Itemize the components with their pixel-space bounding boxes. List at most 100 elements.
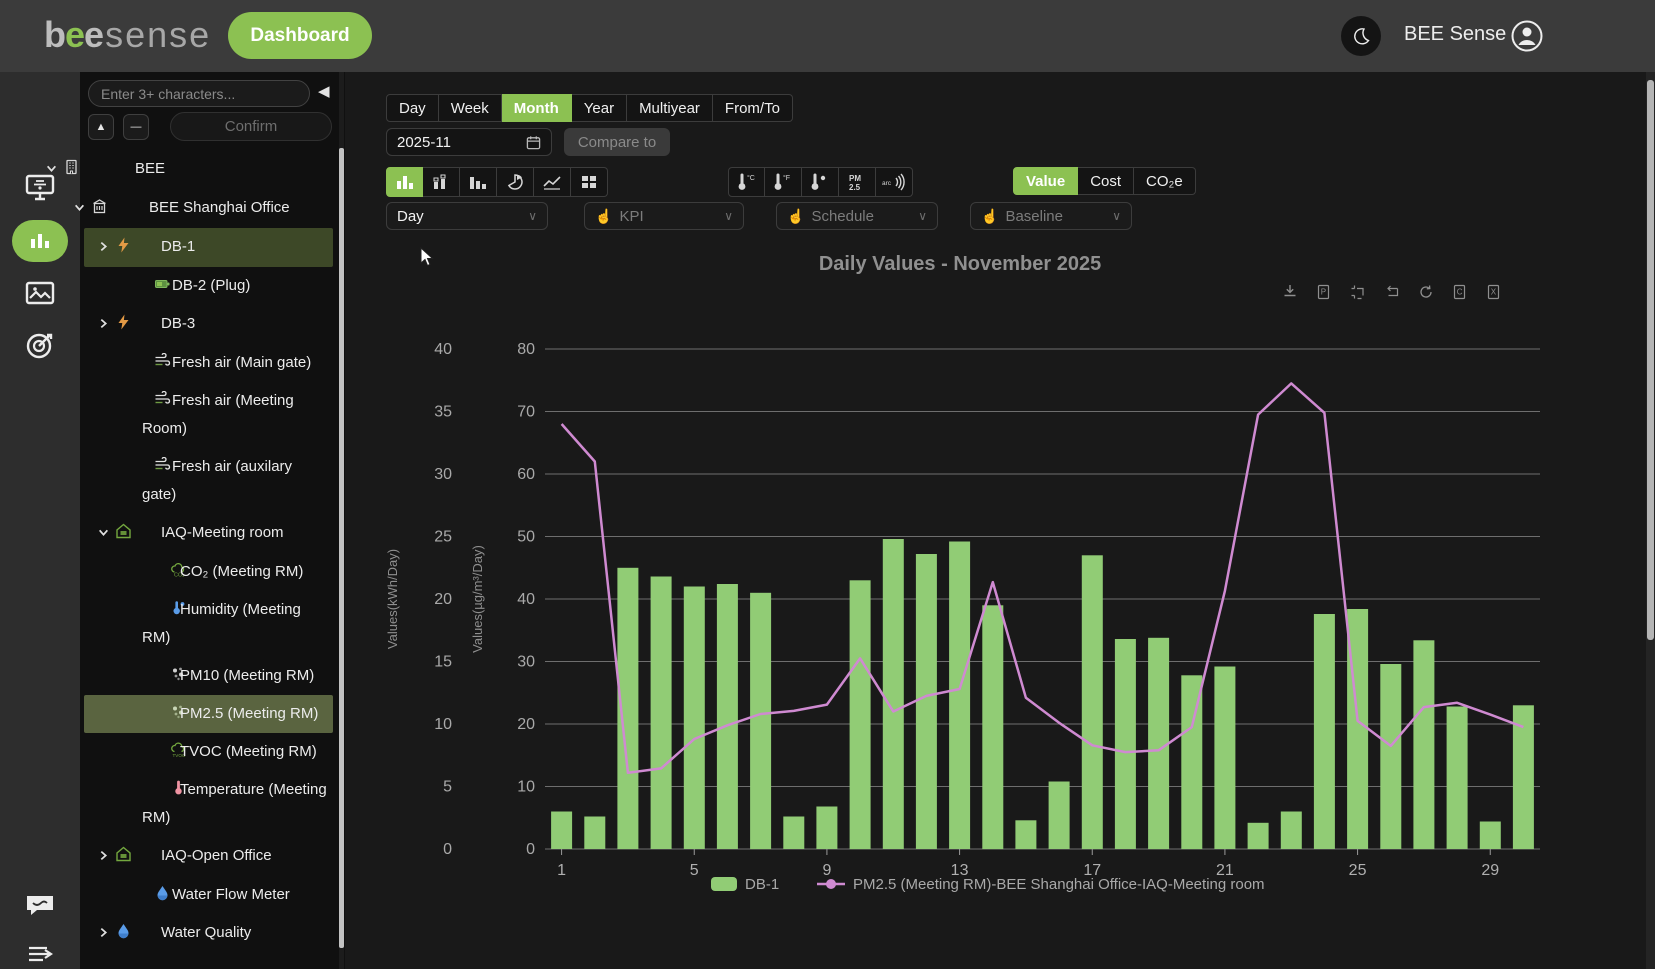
tree-item-iaq-meeting-room[interactable]: IAQ-Meeting room xyxy=(84,514,333,553)
rail-dashboard-button-active[interactable] xyxy=(12,220,68,262)
dropdown-day[interactable]: Day∨ xyxy=(386,202,548,230)
pm25-line-series[interactable] xyxy=(562,383,1524,772)
tree-item-fresh-air-meeting-room[interactable]: Fresh air (Meeting Room) xyxy=(84,382,333,448)
chart-type-grid-icon[interactable] xyxy=(571,167,608,197)
unit-noise-icon[interactable]: arc xyxy=(876,167,913,197)
tree-scrollbar[interactable] xyxy=(339,72,344,969)
tree-item-bee-shanghai-office[interactable]: BEE Shanghai Office xyxy=(84,189,333,228)
tree-item-water-flow-meter[interactable]: Water Flow Meter xyxy=(84,876,333,914)
bar-day-17[interactable] xyxy=(1082,555,1103,849)
dark-mode-toggle[interactable] xyxy=(1341,16,1381,56)
tree-item-water-quality[interactable]: Water Quality xyxy=(84,914,333,953)
bar-day-28[interactable] xyxy=(1447,707,1468,850)
chart-type-stacked-bar-icon[interactable] xyxy=(423,167,460,197)
chart-type-pie-chart-icon[interactable] xyxy=(497,167,534,197)
tree-item-pm10-meeting-rm[interactable]: PM10 (Meeting RM) xyxy=(84,657,333,695)
rail-reports-button[interactable] xyxy=(0,278,80,308)
bar-day-6[interactable] xyxy=(717,584,738,849)
metric-tab-coe[interactable]: CO₂e xyxy=(1134,167,1196,195)
tree-item-iaq-open-office[interactable]: IAQ-Open Office xyxy=(84,837,333,876)
tab-day[interactable]: Day xyxy=(386,94,439,122)
bar-day-18[interactable] xyxy=(1115,639,1136,849)
y-right-axis-label: Values(µg/m³/Day) xyxy=(470,545,485,653)
bar-day-21[interactable] xyxy=(1214,667,1235,850)
dropdown-baseline[interactable]: ☝Baseline∨ xyxy=(970,202,1132,230)
rail-feedback-button[interactable] xyxy=(0,890,80,920)
bar-day-16[interactable] xyxy=(1049,782,1070,850)
bar-day-13[interactable] xyxy=(949,542,970,850)
tree-item-fresh-air-main-gate[interactable]: Fresh air (Main gate) xyxy=(84,344,333,382)
tree-item-db-2-plug[interactable]: DB-2 (Plug) xyxy=(84,267,333,305)
pdf-file-icon[interactable]: P xyxy=(1319,286,1329,299)
tree-item-db-3[interactable]: DB-3 xyxy=(84,305,333,344)
dropdown-kpi[interactable]: ☝KPI∨ xyxy=(584,202,744,230)
legend-bar-label[interactable]: DB-1 xyxy=(745,876,779,893)
tree-item-bee[interactable]: BEE xyxy=(84,150,333,189)
bar-day-7[interactable] xyxy=(750,593,771,849)
chart-type-line-chart-icon[interactable] xyxy=(534,167,571,197)
zoom-reset-icon[interactable] xyxy=(1388,286,1398,296)
bar-day-29[interactable] xyxy=(1480,822,1501,850)
metric-tab-cost[interactable]: Cost xyxy=(1078,167,1134,195)
tree-item-temperature-meeting-rm[interactable]: Temperature (Meeting RM) xyxy=(84,771,333,837)
page-scrollbar[interactable] xyxy=(1646,72,1655,969)
bar-day-10[interactable] xyxy=(850,580,871,849)
tree-item-db-1[interactable]: DB-1 xyxy=(84,228,333,267)
tree-item-pm2-5-meeting-rm[interactable]: PM2.5 (Meeting RM) xyxy=(84,695,333,733)
bar-day-9[interactable] xyxy=(816,807,837,850)
tree-expand-all-button[interactable]: ▲ xyxy=(88,114,114,140)
tab-multiyear[interactable]: Multiyear xyxy=(627,94,713,122)
unit-fahrenheit-icon[interactable]: °F xyxy=(765,167,802,197)
tree-item-co-meeting-rm[interactable]: CO₂CO₂ (Meeting RM) xyxy=(84,553,333,591)
bar-day-8[interactable] xyxy=(783,817,804,850)
dropdown-schedule[interactable]: ☝Schedule∨ xyxy=(776,202,938,230)
tab-week[interactable]: Week xyxy=(439,94,502,122)
tree-item-tvoc-meeting-rm[interactable]: TVOCTVOC (Meeting RM) xyxy=(84,733,333,771)
tree-item-fresh-air-auxilary-gate[interactable]: Fresh air (auxilary gate) xyxy=(84,448,333,514)
zoom-select-icon[interactable] xyxy=(1352,286,1364,299)
rail-collapse-button[interactable] xyxy=(0,940,80,968)
rail-targets-button[interactable] xyxy=(0,328,80,362)
bar-day-4[interactable] xyxy=(651,577,672,850)
tree-item-humidity-meeting-rm[interactable]: Humidity (Meeting RM) xyxy=(84,591,333,657)
xls-file-icon[interactable]: X xyxy=(1489,286,1499,299)
unit-humidity-icon[interactable] xyxy=(802,167,839,197)
bar-day-15[interactable] xyxy=(1015,820,1036,849)
search-input[interactable] xyxy=(88,80,310,107)
bar-day-12[interactable] xyxy=(916,554,937,849)
tree-scrollbar-thumb[interactable] xyxy=(339,148,344,948)
confirm-button[interactable]: Confirm xyxy=(170,112,332,141)
page-scrollbar-thumb[interactable] xyxy=(1647,80,1654,640)
unit-pm25-icon[interactable]: PM 2.5 xyxy=(839,167,876,197)
bar-day-11[interactable] xyxy=(883,539,904,849)
bar-day-2[interactable] xyxy=(584,817,605,850)
bar-day-1[interactable] xyxy=(551,812,572,850)
legend-bar-swatch[interactable] xyxy=(711,877,737,891)
chart-type-column-chart-icon[interactable] xyxy=(460,167,497,197)
download-icon[interactable] xyxy=(1285,285,1296,296)
bar-day-27[interactable] xyxy=(1413,640,1434,849)
bar-day-24[interactable] xyxy=(1314,614,1335,849)
bar-day-5[interactable] xyxy=(684,587,705,850)
date-picker-input[interactable]: 2025-11 xyxy=(386,128,552,156)
bar-day-14[interactable] xyxy=(982,605,1003,849)
csv-file-icon[interactable]: C xyxy=(1455,286,1465,299)
refresh-icon[interactable] xyxy=(1421,286,1431,298)
tab-year[interactable]: Year xyxy=(572,94,627,122)
chart-type-bar-chart-icon[interactable] xyxy=(386,167,423,197)
rail-monitor-button[interactable] xyxy=(0,172,80,204)
unit-celsius-icon[interactable]: °C xyxy=(728,167,765,197)
bar-day-23[interactable] xyxy=(1281,812,1302,850)
tab-from-to[interactable]: From/To xyxy=(713,94,793,122)
user-avatar-icon[interactable] xyxy=(1510,19,1544,58)
panel-collapse-arrow[interactable]: ◀ xyxy=(318,82,330,100)
legend-line-label[interactable]: PM2.5 (Meeting RM)-BEE Shanghai Office-I… xyxy=(853,876,1265,893)
compare-to-button[interactable]: Compare to xyxy=(564,128,670,156)
bar-day-26[interactable] xyxy=(1380,664,1401,849)
tree-collapse-all-button[interactable]: — xyxy=(123,114,149,140)
bar-day-19[interactable] xyxy=(1148,638,1169,849)
bar-day-22[interactable] xyxy=(1248,823,1269,849)
metric-tab-value[interactable]: Value xyxy=(1013,167,1078,195)
tab-month[interactable]: Month xyxy=(502,94,572,122)
dashboard-nav-button[interactable]: Dashboard xyxy=(228,12,372,59)
